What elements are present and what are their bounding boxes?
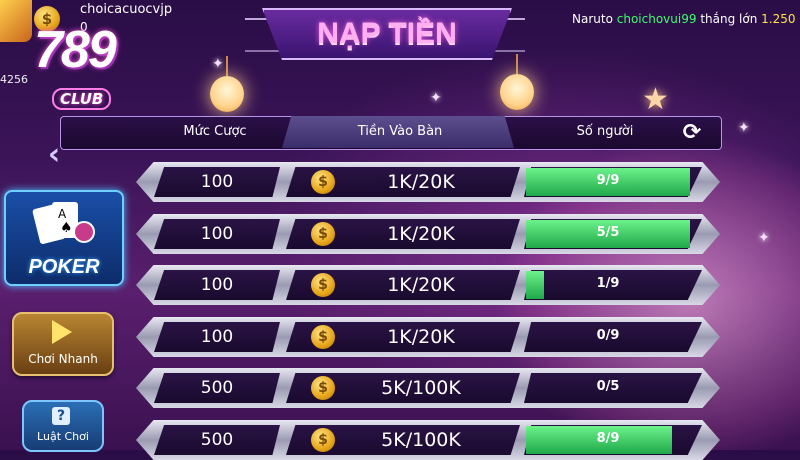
table-row[interactable]: 500 $5K/100K 8/9 bbox=[136, 420, 720, 460]
play-icon bbox=[52, 320, 72, 344]
refresh-icon: ⟳ bbox=[682, 119, 702, 145]
chevron-left-icon: ‹ bbox=[47, 136, 61, 172]
lantern-icon bbox=[500, 74, 534, 110]
bet-value: 500 bbox=[200, 378, 234, 398]
ticker-name: Naruto bbox=[572, 12, 613, 26]
win-ticker: Naruto choichovui99 thắng lớn 1.250 bbox=[572, 12, 795, 26]
players-count: 9/9 bbox=[596, 173, 620, 188]
bet-value: 100 bbox=[200, 327, 234, 347]
poker-label: POKER bbox=[28, 256, 100, 278]
table-row[interactable]: 100 $1K/20K 9/9 bbox=[136, 162, 720, 202]
lantern-icon bbox=[210, 76, 244, 112]
buyin-value: 1K/20K bbox=[387, 171, 455, 193]
coin-icon: $ bbox=[311, 376, 335, 400]
lantern-string bbox=[226, 56, 228, 78]
players-count: 8/9 bbox=[596, 431, 620, 446]
rules-label: Luật Chơi bbox=[37, 430, 89, 443]
players-count: 5/5 bbox=[596, 225, 620, 240]
lantern-string bbox=[516, 54, 518, 76]
title-banner: NẠP TIỀN bbox=[262, 8, 512, 60]
buyin-value: 1K/20K bbox=[387, 274, 455, 296]
star-icon: ✦ bbox=[738, 120, 750, 136]
question-icon: ? bbox=[52, 407, 70, 425]
players-count: 0/9 bbox=[596, 328, 620, 343]
username: choicacuocvjp bbox=[80, 2, 173, 17]
table-row[interactable]: 100 $1K/20K 1/9 bbox=[136, 265, 720, 305]
bet-value: 100 bbox=[200, 224, 234, 244]
header-buy-in[interactable]: Tiền Vào Bàn bbox=[300, 124, 500, 139]
table-row[interactable]: 100 $1K/20K 5/5 bbox=[136, 214, 720, 254]
players-count: 1/9 bbox=[596, 276, 620, 291]
star-icon: ✦ bbox=[758, 230, 770, 246]
side-balance: 4256 bbox=[0, 73, 28, 86]
star-icon: ✦ bbox=[212, 56, 224, 72]
page-title: NẠP TIỀN bbox=[317, 17, 457, 50]
logo-number: 789 bbox=[34, 21, 117, 79]
avatar[interactable] bbox=[0, 0, 32, 42]
table-row[interactable]: 100 $1K/20K 0/9 bbox=[136, 317, 720, 357]
rules-button[interactable]: ? Luật Chơi bbox=[22, 400, 104, 452]
svg-text:A: A bbox=[58, 207, 67, 221]
game-poker-card[interactable]: A ♠ POKER bbox=[4, 190, 124, 286]
buyin-value: 1K/20K bbox=[387, 326, 455, 348]
quick-play-label: Chơi Nhanh bbox=[28, 352, 98, 366]
buyin-value: 5K/100K bbox=[381, 429, 461, 451]
ticker-highlight: choichovui99 bbox=[616, 12, 697, 26]
bet-value: 100 bbox=[200, 275, 234, 295]
coin-icon: $ bbox=[311, 325, 335, 349]
buyin-value: 1K/20K bbox=[387, 223, 455, 245]
playing-cards-icon: A ♠ bbox=[32, 202, 95, 244]
ticker-text: thắng lớn bbox=[700, 12, 758, 26]
logo-club: CLUB bbox=[52, 88, 112, 110]
svg-text:♠: ♠ bbox=[60, 220, 73, 236]
star-icon: ★ bbox=[642, 82, 669, 117]
players-count: 0/5 bbox=[596, 379, 620, 394]
coin-icon: $ bbox=[311, 273, 335, 297]
coin-icon: $ bbox=[311, 428, 335, 452]
buyin-value: 5K/100K bbox=[381, 377, 461, 399]
star-icon: ✦ bbox=[430, 90, 442, 106]
coin-icon: $ bbox=[311, 222, 335, 246]
bet-value: 100 bbox=[200, 172, 234, 192]
table-row[interactable]: 500 $5K/100K 0/5 bbox=[136, 368, 720, 408]
header-bet-level[interactable]: Mức Cược bbox=[150, 124, 280, 139]
coin-icon: $ bbox=[311, 170, 335, 194]
header-players[interactable]: Số người bbox=[540, 124, 670, 139]
refresh-button[interactable]: ⟳ bbox=[678, 118, 706, 146]
ticker-amount: 1.250 bbox=[761, 12, 796, 26]
bet-value: 500 bbox=[200, 430, 234, 450]
quick-play-button[interactable]: Chơi Nhanh bbox=[12, 312, 114, 376]
